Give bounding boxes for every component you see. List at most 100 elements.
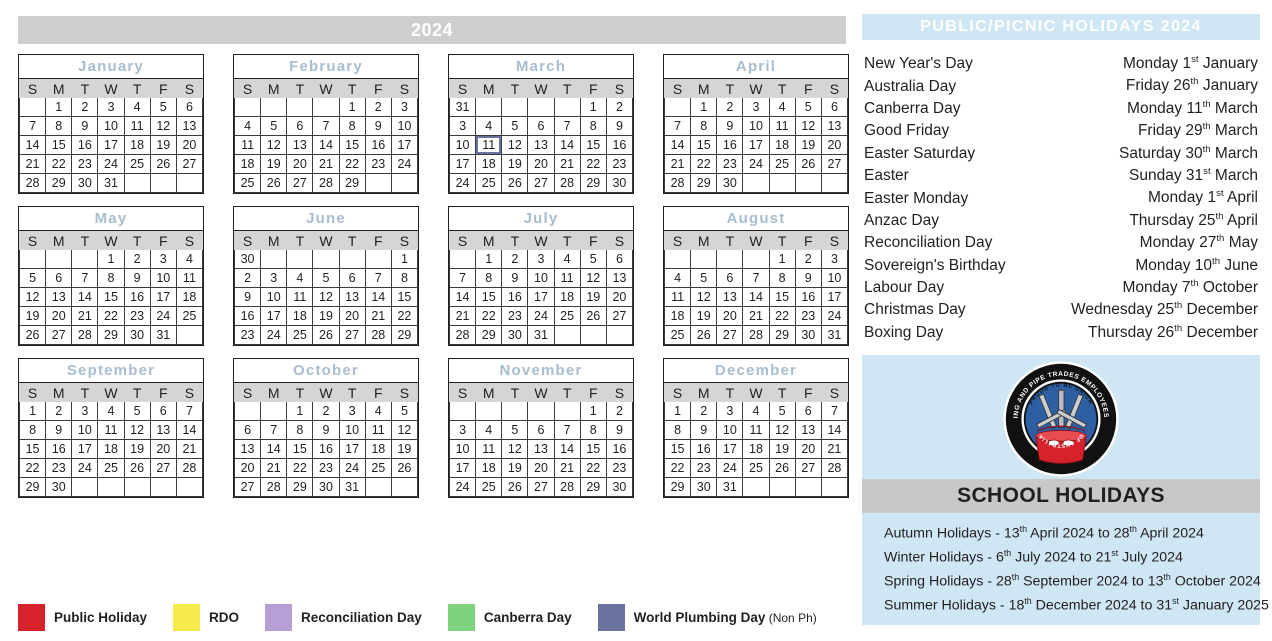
- day-cell[interactable]: 27: [45, 325, 73, 345]
- day-cell[interactable]: 1: [579, 97, 607, 117]
- day-cell[interactable]: 3: [260, 268, 288, 288]
- day-cell[interactable]: 24: [390, 154, 419, 174]
- day-cell[interactable]: 24: [448, 477, 477, 497]
- day-cell[interactable]: 9: [690, 420, 718, 440]
- day-cell[interactable]: 22: [338, 154, 366, 174]
- day-cell[interactable]: 8: [97, 268, 125, 288]
- day-cell[interactable]: 10: [260, 287, 288, 307]
- day-cell[interactable]: 24: [97, 154, 125, 174]
- day-cell[interactable]: 20: [45, 306, 73, 326]
- day-cell[interactable]: 5: [794, 97, 822, 117]
- day-cell[interactable]: 5: [579, 249, 607, 269]
- day-cell[interactable]: 15: [338, 135, 366, 155]
- day-cell[interactable]: 15: [45, 135, 73, 155]
- day-cell[interactable]: 31: [716, 477, 744, 497]
- day-cell[interactable]: 2: [794, 249, 822, 269]
- day-cell[interactable]: 25: [123, 154, 151, 174]
- day-cell[interactable]: 16: [364, 135, 392, 155]
- day-cell[interactable]: 18: [175, 287, 204, 307]
- day-cell[interactable]: 31: [97, 173, 125, 193]
- day-cell[interactable]: 20: [149, 439, 177, 459]
- day-cell[interactable]: 22: [286, 458, 314, 478]
- day-cell[interactable]: 28: [175, 458, 204, 478]
- day-cell[interactable]: 26: [794, 154, 822, 174]
- day-cell[interactable]: 22: [18, 458, 47, 478]
- day-cell[interactable]: 16: [45, 439, 73, 459]
- day-cell[interactable]: 5: [18, 268, 47, 288]
- day-cell[interactable]: 16: [794, 287, 822, 307]
- day-cell[interactable]: 21: [175, 439, 204, 459]
- day-cell[interactable]: 17: [820, 287, 849, 307]
- day-cell[interactable]: 14: [18, 135, 47, 155]
- day-cell[interactable]: 1: [18, 401, 47, 421]
- day-cell[interactable]: 23: [605, 154, 634, 174]
- day-cell[interactable]: 5: [690, 268, 718, 288]
- day-cell[interactable]: 5: [312, 268, 340, 288]
- day-cell[interactable]: 29: [338, 173, 366, 193]
- day-cell[interactable]: 3: [149, 249, 177, 269]
- day-cell[interactable]: 14: [364, 287, 392, 307]
- day-cell[interactable]: 11: [123, 116, 151, 136]
- day-cell[interactable]: 30: [233, 249, 262, 269]
- day-cell[interactable]: 31: [338, 477, 366, 497]
- day-cell[interactable]: 6: [605, 249, 634, 269]
- day-cell[interactable]: 2: [605, 401, 634, 421]
- day-cell[interactable]: 6: [175, 97, 204, 117]
- day-cell[interactable]: 18: [123, 135, 151, 155]
- day-cell[interactable]: 19: [768, 439, 796, 459]
- day-cell[interactable]: 10: [97, 116, 125, 136]
- day-cell[interactable]: 16: [716, 135, 744, 155]
- day-cell[interactable]: 8: [579, 116, 607, 136]
- day-cell[interactable]: 29: [45, 173, 73, 193]
- day-cell[interactable]: 12: [690, 287, 718, 307]
- day-cell[interactable]: 26: [18, 325, 47, 345]
- day-cell[interactable]: 25: [475, 173, 503, 193]
- day-cell[interactable]: 10: [71, 420, 99, 440]
- day-cell[interactable]: 18: [233, 154, 262, 174]
- day-cell[interactable]: 7: [553, 420, 581, 440]
- day-cell[interactable]: 20: [794, 439, 822, 459]
- day-cell[interactable]: 7: [364, 268, 392, 288]
- day-cell[interactable]: 17: [716, 439, 744, 459]
- day-cell[interactable]: 18: [475, 458, 503, 478]
- day-cell[interactable]: 12: [501, 135, 529, 155]
- day-cell[interactable]: 19: [18, 306, 47, 326]
- day-cell[interactable]: 23: [71, 154, 99, 174]
- day-cell[interactable]: 20: [820, 135, 849, 155]
- day-cell[interactable]: 26: [579, 306, 607, 326]
- day-cell[interactable]: 16: [690, 439, 718, 459]
- day-cell[interactable]: 30: [605, 477, 634, 497]
- day-cell[interactable]: 9: [123, 268, 151, 288]
- day-cell[interactable]: 19: [501, 154, 529, 174]
- day-cell[interactable]: 24: [527, 306, 555, 326]
- day-cell[interactable]: 27: [820, 154, 849, 174]
- day-cell[interactable]: 26: [390, 458, 419, 478]
- day-cell[interactable]: 29: [663, 477, 692, 497]
- day-cell[interactable]: 5: [260, 116, 288, 136]
- day-cell[interactable]: 21: [260, 458, 288, 478]
- day-cell[interactable]: 13: [175, 116, 204, 136]
- day-cell[interactable]: 13: [45, 287, 73, 307]
- day-cell[interactable]: 15: [97, 287, 125, 307]
- day-cell[interactable]: 28: [18, 173, 47, 193]
- day-cell[interactable]: 12: [18, 287, 47, 307]
- day-cell[interactable]: 16: [233, 306, 262, 326]
- day-cell[interactable]: 29: [390, 325, 419, 345]
- day-cell[interactable]: 10: [527, 268, 555, 288]
- day-cell[interactable]: 9: [605, 420, 634, 440]
- day-cell[interactable]: 4: [742, 401, 770, 421]
- day-cell[interactable]: 18: [742, 439, 770, 459]
- day-cell[interactable]: 6: [338, 268, 366, 288]
- day-cell[interactable]: 9: [605, 116, 634, 136]
- day-cell[interactable]: 6: [820, 97, 849, 117]
- day-cell[interactable]: 20: [286, 154, 314, 174]
- day-cell[interactable]: 14: [448, 287, 477, 307]
- day-cell[interactable]: 29: [690, 173, 718, 193]
- day-cell[interactable]: 27: [175, 154, 204, 174]
- day-cell[interactable]: 27: [149, 458, 177, 478]
- day-cell[interactable]: 14: [312, 135, 340, 155]
- day-cell[interactable]: 23: [233, 325, 262, 345]
- day-cell[interactable]: 16: [123, 287, 151, 307]
- day-cell[interactable]: 30: [690, 477, 718, 497]
- day-cell[interactable]: 27: [338, 325, 366, 345]
